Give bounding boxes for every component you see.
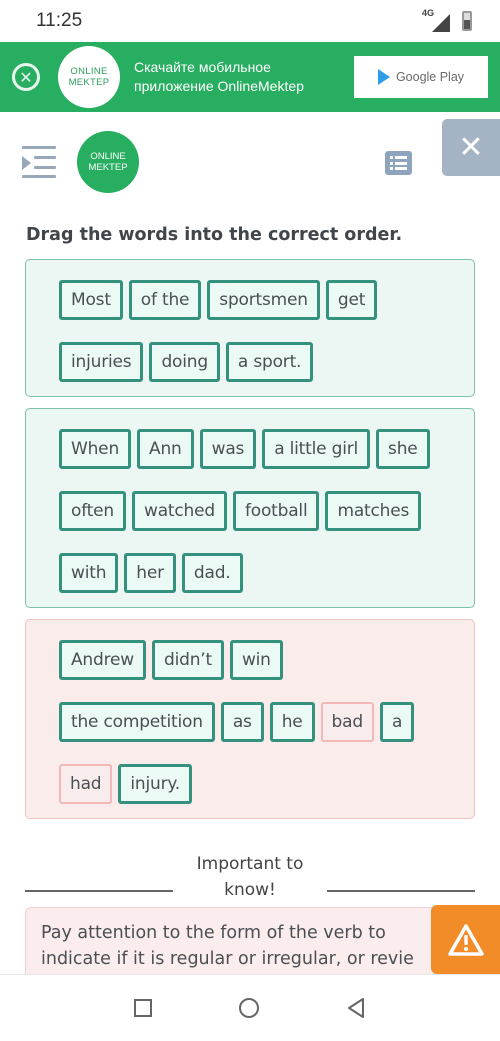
word-tile[interactable]: the competition — [59, 702, 215, 742]
word-tile[interactable]: dad. — [181, 553, 243, 593]
word-tile[interactable]: often — [59, 491, 126, 531]
important-heading-line2: know! — [224, 880, 276, 900]
google-play-button[interactable]: Google Play — [354, 56, 488, 98]
word-tile[interactable]: her — [124, 553, 176, 593]
promo-banner: ✕ ONLINE MEKTEP Скачайте мобильное прило… — [0, 42, 500, 112]
sentence-gap — [0, 397, 500, 408]
signal-icon: 4G — [422, 8, 450, 32]
word-tile[interactable]: she — [376, 429, 430, 469]
logo-text-line2: MEKTEP — [88, 162, 128, 173]
list-icon[interactable] — [385, 151, 412, 175]
word-tile[interactable]: doing — [149, 342, 220, 382]
word-tile[interactable]: didn’t — [151, 640, 224, 680]
status-icons: 4G — [422, 8, 472, 32]
word-tile[interactable]: football — [232, 491, 320, 531]
word-tile[interactable]: had — [59, 764, 113, 804]
divider-left — [25, 890, 173, 892]
word-tile[interactable]: win — [229, 640, 283, 680]
sentence-dropzone-3[interactable]: Andrew didn’t win the competition as he bad a ha… — [25, 619, 475, 819]
sentences-container: Most of the sportsmen get injuries doing a spo… — [0, 259, 500, 819]
word-tile[interactable]: he — [269, 702, 315, 742]
google-play-icon — [377, 69, 390, 85]
sentence-dropzone-2[interactable]: When Ann was a little girl she often watched fo… — [25, 408, 475, 608]
onlinemektep-logo: ONLINE MEKTEP — [58, 46, 120, 108]
status-time: 11:25 — [36, 10, 83, 31]
hint-note-line1: Pay attention to the form of the verb to — [41, 923, 386, 943]
word-tile[interactable]: a little girl — [262, 429, 371, 469]
word-tile[interactable]: injury. — [118, 764, 193, 804]
warning-triangle-icon — [447, 923, 484, 956]
word-tile[interactable]: When — [59, 429, 132, 469]
android-nav-bar — [0, 974, 500, 1041]
important-section: Important to know! — [0, 851, 500, 907]
word-tile[interactable]: watched — [132, 491, 227, 531]
word-tile[interactable]: get — [325, 280, 378, 320]
word-tile[interactable]: injuries — [59, 342, 144, 382]
close-circle-icon[interactable]: ✕ — [12, 63, 40, 91]
important-heading-line1: Important to — [196, 854, 304, 874]
word-tile[interactable]: bad — [320, 702, 374, 742]
sentence-gap — [0, 608, 500, 619]
word-tile[interactable]: Ann — [137, 429, 194, 469]
sentence-dropzone-1[interactable]: Most of the sportsmen get injuries doing a spo… — [25, 259, 475, 397]
word-tile[interactable]: of the — [128, 280, 202, 320]
onlinemektep-logo[interactable]: ONLINE MEKTEP — [77, 131, 139, 193]
logo-text-line1: ONLINE — [90, 151, 126, 162]
logo-text-line1: ONLINE — [70, 66, 108, 77]
promo-text-line1: Скачайте мобильное — [134, 59, 271, 75]
word-tile[interactable]: a — [379, 702, 415, 742]
back-icon[interactable] — [346, 997, 366, 1019]
word-tile[interactable]: Most — [59, 280, 123, 320]
word-tile[interactable]: sportsmen — [207, 280, 320, 320]
battery-charging-icon — [462, 11, 472, 31]
word-tile[interactable]: as — [220, 702, 264, 742]
logo-text-line2: MEKTEP — [68, 77, 110, 88]
warning-button[interactable] — [431, 905, 500, 974]
status-bar: 11:25 4G — [0, 0, 500, 42]
hint-note: Pay attention to the form of the verb to… — [25, 907, 445, 977]
promo-text-line2: приложение OnlineMektep — [134, 78, 304, 94]
important-heading: Important to know! — [197, 851, 304, 903]
task-instruction: Drag the words into the correct order. — [26, 225, 403, 245]
app-header: ONLINE MEKTEP ✕ — [0, 112, 500, 204]
google-play-label: Google Play — [395, 70, 465, 84]
recent-apps-icon[interactable] — [133, 999, 152, 1017]
word-tile[interactable]: matches — [325, 491, 422, 531]
word-tile[interactable]: with — [59, 553, 119, 593]
promo-text: Скачайте мобильное приложение OnlineMekt… — [134, 58, 354, 96]
divider-right — [327, 890, 475, 892]
word-tile[interactable]: Andrew — [59, 640, 146, 680]
hint-note-line2: indicate if it is regular or irregular, … — [41, 949, 414, 969]
word-tile[interactable]: was — [199, 429, 257, 469]
home-icon[interactable] — [238, 998, 259, 1018]
word-tile[interactable]: a sport. — [225, 342, 314, 382]
close-button[interactable]: ✕ — [442, 119, 500, 176]
indent-menu-icon[interactable] — [22, 146, 56, 178]
